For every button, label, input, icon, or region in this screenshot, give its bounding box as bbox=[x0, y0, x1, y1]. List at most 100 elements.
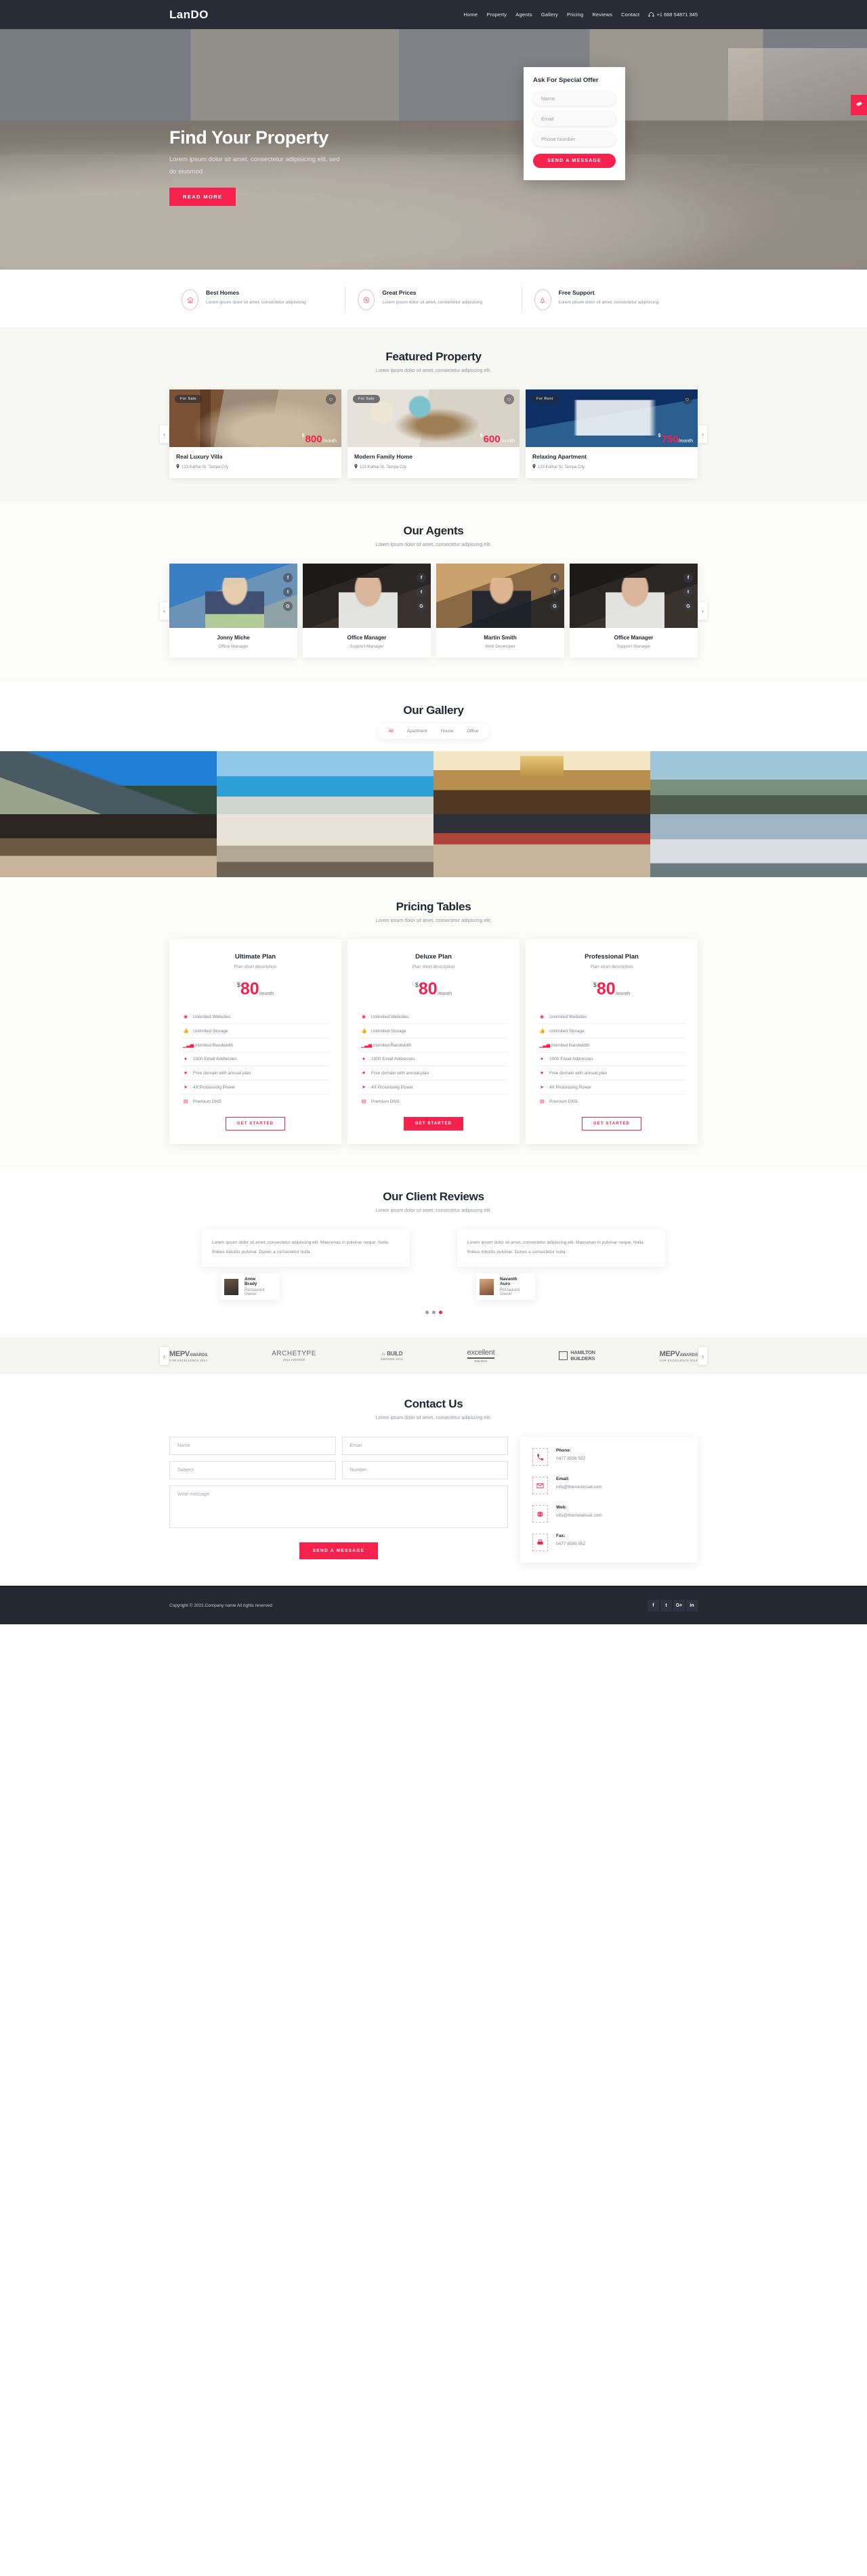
fax-icon bbox=[532, 1534, 548, 1552]
gallery-section: Our Gallery All Apartment House Office bbox=[0, 681, 867, 877]
gallery-item[interactable] bbox=[650, 751, 867, 814]
agent-card[interactable]: f t G Office Manager Support Manager bbox=[570, 564, 698, 658]
thumbs-up-icon: 👍 bbox=[183, 1029, 189, 1034]
google-plus-icon[interactable]: G+ bbox=[673, 1600, 685, 1612]
offer-email-input[interactable] bbox=[533, 112, 616, 126]
plan-feature: 👍 Unlimited Storage bbox=[360, 1024, 507, 1038]
offer-name-input[interactable] bbox=[533, 91, 616, 106]
property-address-text: 123 Kathal St. Tampa City bbox=[538, 465, 585, 469]
contact-subject-input[interactable] bbox=[169, 1461, 336, 1480]
tab-house[interactable]: House bbox=[434, 727, 461, 736]
get-started-button[interactable]: GET STARTED bbox=[404, 1117, 463, 1131]
twitter-icon[interactable]: t bbox=[683, 587, 693, 597]
gallery-filter-tabs: All Apartment House Office bbox=[377, 723, 490, 739]
read-more-button[interactable]: READ MORE bbox=[169, 188, 236, 207]
google-plus-icon[interactable]: G bbox=[283, 601, 293, 611]
gallery-item[interactable] bbox=[650, 814, 867, 877]
carousel-prev-button[interactable]: ‹ bbox=[160, 425, 169, 443]
gallery-item[interactable] bbox=[0, 814, 217, 877]
nav-item-agents[interactable]: Agents bbox=[515, 12, 532, 18]
linkedin-icon[interactable]: in bbox=[686, 1600, 698, 1612]
contact-email-input[interactable] bbox=[341, 1437, 508, 1456]
nav-item-home[interactable]: Home bbox=[464, 12, 478, 18]
carousel-next-button[interactable]: › bbox=[698, 425, 707, 443]
property-card[interactable]: For Sale $ 600 /month Modern Family Home… bbox=[347, 389, 520, 478]
carousel-dot-active[interactable] bbox=[438, 1311, 442, 1315]
twitter-icon[interactable]: t bbox=[283, 587, 293, 597]
nav-item-property[interactable]: Property bbox=[486, 12, 507, 18]
nav-item-gallery[interactable]: Gallery bbox=[541, 12, 558, 18]
client-logo-excellent[interactable]: excellent WINNER bbox=[467, 1349, 495, 1363]
contact-message-textarea[interactable] bbox=[169, 1485, 508, 1529]
carousel-dot[interactable] bbox=[425, 1311, 429, 1315]
twitter-icon[interactable]: t bbox=[417, 587, 426, 597]
property-card[interactable]: For Sale $ 800 /month Real Luxury Villa … bbox=[169, 389, 341, 478]
header-phone-number: +1 668 54871 345 bbox=[656, 12, 698, 18]
carousel-dot[interactable] bbox=[431, 1311, 436, 1315]
client-logo-mepv-2[interactable]: MEPVAWARDS FOR EXCELLENCE 2014 bbox=[660, 1350, 698, 1362]
gallery-item[interactable] bbox=[0, 751, 217, 814]
plan-feature-label: Unlimited Storage bbox=[371, 1028, 406, 1034]
gallery-item[interactable] bbox=[217, 814, 434, 877]
tab-apartment[interactable]: Apartment bbox=[400, 727, 434, 736]
nav-item-contact[interactable]: Contact bbox=[621, 12, 639, 18]
favorite-heart-icon[interactable] bbox=[504, 394, 514, 404]
contact-number-input[interactable] bbox=[341, 1461, 508, 1480]
special-offer-title: Ask For Special Offer bbox=[533, 77, 599, 84]
facebook-icon[interactable]: f bbox=[648, 1600, 659, 1612]
plan-feature: ▤ Premium DNS bbox=[538, 1095, 685, 1108]
user-icon: ● bbox=[184, 1057, 188, 1061]
plan-feature-label: Unlimited Bandwidth bbox=[371, 1042, 412, 1048]
list-icon: ▤ bbox=[183, 1099, 188, 1104]
carousel-prev-button[interactable]: ‹ bbox=[160, 1347, 169, 1365]
header-phone[interactable]: +1 668 54871 345 bbox=[648, 12, 698, 18]
client-logo-mepv[interactable]: MEPVAWARDS FOR EXCELLENCE 2014 bbox=[169, 1350, 207, 1362]
get-started-button[interactable]: GET STARTED bbox=[582, 1117, 641, 1131]
home-icon bbox=[182, 289, 198, 310]
facebook-icon[interactable]: f bbox=[550, 573, 559, 583]
favorite-heart-icon[interactable] bbox=[326, 394, 336, 404]
agent-photo: f t G bbox=[303, 564, 431, 628]
property-card[interactable]: For Rent $ 750 /month Relaxing Apartment… bbox=[526, 389, 698, 478]
status-badge: For Sale bbox=[353, 395, 380, 403]
agent-card[interactable]: f t G Martin Smith Web Developer bbox=[436, 564, 564, 658]
tab-all[interactable]: All bbox=[382, 727, 400, 736]
plan-feature-label: Premium DNS bbox=[193, 1099, 221, 1104]
get-started-button[interactable]: GET STARTED bbox=[226, 1117, 285, 1131]
client-logo-archetype[interactable]: ARCHETYPE 2014 AWARDS bbox=[272, 1350, 316, 1361]
offer-submit-button[interactable]: SEND A MESSAGE bbox=[533, 154, 616, 168]
brand-logo[interactable]: LanDO bbox=[169, 8, 209, 22]
gallery-item[interactable] bbox=[217, 751, 434, 814]
gallery-item[interactable] bbox=[434, 814, 650, 877]
client-logo-build[interactable]: ☼ BUILD AWARDS 2014 bbox=[381, 1351, 403, 1361]
carousel-prev-button[interactable]: ‹ bbox=[160, 601, 169, 620]
contact-submit-button[interactable]: SEND A MESSAGE bbox=[299, 1542, 379, 1560]
agent-photo: f t G bbox=[169, 564, 297, 628]
facebook-icon[interactable]: f bbox=[283, 573, 293, 583]
google-plus-icon[interactable]: G bbox=[550, 601, 559, 611]
gallery-item[interactable] bbox=[434, 751, 650, 814]
price-period: /month bbox=[615, 992, 631, 996]
carousel-next-button[interactable]: › bbox=[698, 1347, 707, 1365]
tab-office[interactable]: Office bbox=[461, 727, 486, 736]
agent-card[interactable]: f t G Jonny Miche Office Manager bbox=[169, 564, 297, 658]
contact-name-input[interactable] bbox=[169, 1437, 336, 1456]
review-author-role: Restaurant Owner bbox=[500, 1288, 520, 1297]
settings-side-tab[interactable] bbox=[851, 95, 867, 115]
nav-item-reviews[interactable]: Reviews bbox=[592, 12, 612, 18]
carousel-next-button[interactable]: › bbox=[698, 601, 707, 620]
facebook-icon[interactable]: f bbox=[683, 573, 693, 583]
twitter-icon[interactable]: t bbox=[660, 1600, 672, 1612]
twitter-icon[interactable]: t bbox=[550, 587, 559, 597]
agent-card[interactable]: f t G Office Manager Support Manager bbox=[303, 564, 431, 658]
google-plus-icon[interactable]: G bbox=[417, 601, 426, 611]
facebook-icon[interactable]: f bbox=[417, 573, 426, 583]
client-logo-hamilton[interactable]: HAMILTON BUILDERS bbox=[559, 1350, 595, 1361]
location-pin-icon bbox=[532, 464, 536, 470]
contact-form: SEND A MESSAGE bbox=[169, 1437, 508, 1560]
google-plus-icon[interactable]: G bbox=[683, 601, 693, 611]
property-image: For Rent $ 750 /month bbox=[526, 389, 698, 447]
offer-phone-input[interactable] bbox=[533, 132, 616, 146]
nav-item-pricing[interactable]: Pricing bbox=[567, 12, 583, 18]
favorite-heart-icon[interactable] bbox=[682, 394, 692, 404]
